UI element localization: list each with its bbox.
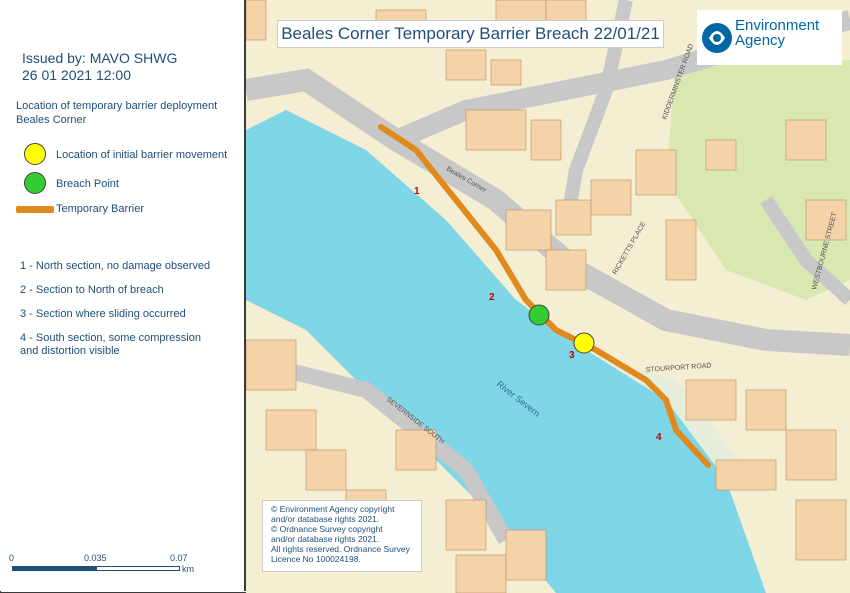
logo-wordmark: Environment Agency [735,18,819,48]
section-4-note-cont: and distortion visible [20,345,120,357]
issued-date: 26 01 2021 12:00 [22,67,131,83]
yellow-circle-icon [24,143,46,165]
legend-initial-movement: Location of initial barrier movement [56,149,228,161]
section-number-4: 4 [656,432,662,443]
location-heading-2: Beales Corner [16,114,87,126]
environment-agency-logo: Environment Agency [697,10,842,65]
scale-tick-end: 0.07 [170,553,188,563]
section-number-1: 1 [414,186,420,197]
breach-point-marker[interactable] [528,304,550,326]
legend-panel: Issued by: MAVO SHWG 26 01 2021 12:00 Lo… [0,0,246,591]
barrier-line-icon [16,206,54,213]
scale-bar [12,566,180,571]
legend-breach-point: Breach Point [56,178,119,190]
copyright-line: © Ordnance Survey copyright [271,524,383,534]
initial-movement-marker[interactable] [573,332,595,354]
copyright-line: and/or database rights 2021. [271,514,380,524]
copyright-line: All rights reserved. Ordnance Survey [271,544,410,554]
scale-tick-mid: 0.035 [84,553,107,563]
scale-tick-0: 0 [9,553,15,563]
copyright-line: © Environment Agency copyright [271,504,395,514]
green-circle-icon [24,172,46,194]
section-number-2: 2 [489,292,495,303]
copyright-box: © Environment Agency copyright and/or da… [262,500,422,572]
legend-temporary-barrier: Temporary Barrier [56,203,145,215]
section-2-note: 2 - Section to North of breach [20,284,164,296]
agency-emblem-icon [702,23,732,53]
map-title: Beales Corner Temporary Barrier Breach 2… [277,20,664,48]
section-3-note: 3 - Section where sliding occurred [20,308,186,320]
section-4-note: 4 - South section, some compression [20,332,201,344]
section-1-note: 1 - North section, no damage observed [20,260,211,272]
section-number-3: 3 [569,350,575,361]
scale-unit: km [182,564,194,574]
copyright-line: Licence No 100024198. [271,554,361,564]
location-heading-1: Location of temporary barrier deployment [16,100,218,112]
logo-line-2: Agency [735,32,786,49]
copyright-line: and/or database rights 2021. [271,534,380,544]
issued-by: Issued by: MAVO SHWG [22,50,178,66]
